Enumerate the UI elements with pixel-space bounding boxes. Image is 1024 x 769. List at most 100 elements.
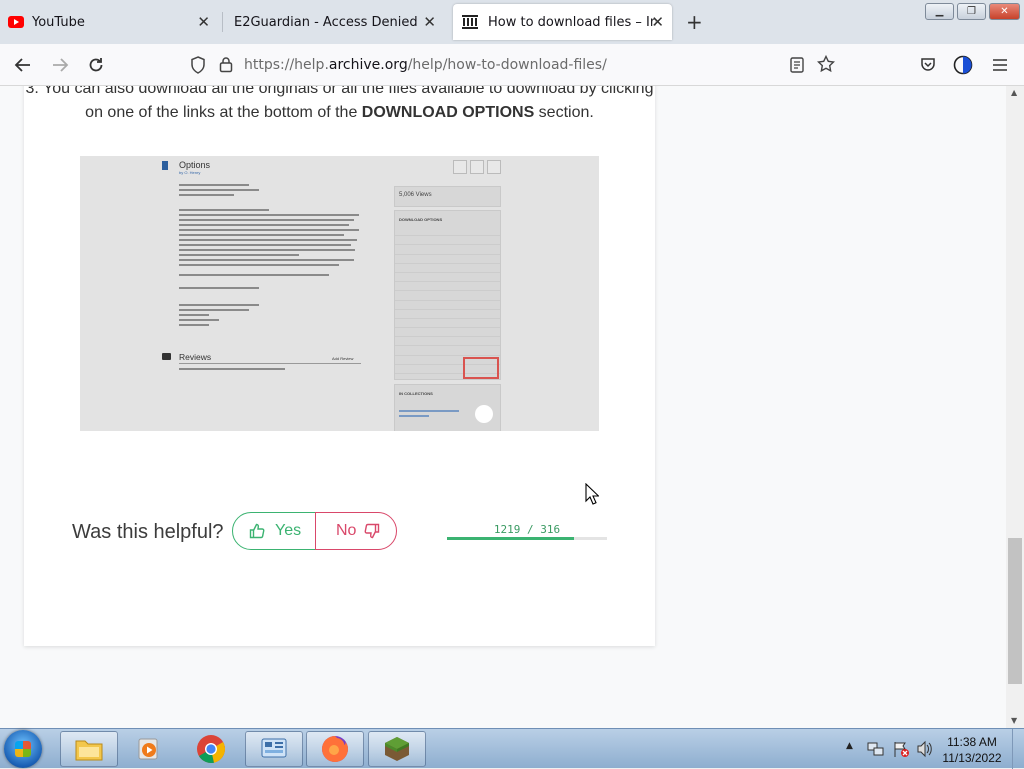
no-label: No (336, 522, 357, 539)
url-text[interactable]: https://help.archive.org/help/how-to-dow… (244, 57, 607, 73)
yes-button[interactable]: Yes (232, 512, 316, 550)
mouse-cursor-icon (585, 483, 599, 505)
tab-e2guardian[interactable]: E2Guardian - Access Denied ✕ (234, 0, 444, 44)
views-panel: 5,006 Views (394, 186, 501, 207)
account-icon[interactable] (952, 55, 974, 75)
views-count: 5,006 Views (399, 192, 432, 198)
download-options-screenshot: Options by O. Henry Reviews Add Review 5… (80, 156, 599, 431)
forward-arrow-icon[interactable] (49, 55, 71, 75)
list-item (395, 273, 500, 283)
reader-view-icon[interactable] (790, 57, 804, 73)
close-tab-icon[interactable]: ✕ (423, 13, 436, 31)
reload-icon[interactable] (85, 55, 107, 75)
control-panel-icon (261, 738, 287, 758)
tab-strip: YouTube ✕ E2Guardian - Access Denied ✕ H… (0, 0, 1024, 44)
chrome-icon (197, 735, 225, 763)
restore-button[interactable]: ❐ (957, 3, 986, 20)
url-bar[interactable]: https://help.archive.org/help/how-to-dow… (182, 49, 842, 81)
list-item (395, 291, 500, 301)
collection-link-line (399, 410, 459, 412)
share-icon (470, 160, 484, 174)
firefox-icon (322, 736, 348, 762)
item-title: Options (179, 160, 211, 170)
collection-logo (475, 405, 493, 423)
highlight-box (463, 357, 499, 379)
network-icon[interactable] (867, 740, 885, 758)
page-content: 3. You can also download all the origina… (0, 86, 1006, 728)
scrollbar-thumb[interactable] (1008, 538, 1022, 684)
collections-panel: IN COLLECTIONS (394, 384, 501, 431)
tab-title: YouTube (32, 14, 85, 30)
vote-ratio-fill (447, 537, 575, 540)
reviews-title: Reviews (179, 352, 212, 362)
back-arrow-icon[interactable] (12, 55, 34, 75)
flag-icon (487, 160, 501, 174)
vertical-scrollbar[interactable]: ▲ ▼ (1006, 86, 1024, 728)
scroll-down-icon[interactable]: ▼ (1011, 716, 1017, 725)
taskbar-explorer[interactable] (60, 731, 118, 767)
start-button[interactable] (4, 730, 42, 768)
close-tab-icon[interactable]: ✕ (197, 13, 210, 31)
action-center-flag-icon[interactable] (892, 740, 910, 758)
list-item (395, 328, 500, 338)
clock-time: 11:38 AM (947, 735, 997, 749)
item-description-lines (179, 184, 359, 326)
tab-separator (222, 12, 223, 32)
show-hidden-icons-icon[interactable]: ▲ (846, 741, 853, 751)
taskbar-firefox[interactable] (306, 731, 364, 767)
list-item (395, 255, 500, 264)
item-author: by O. Henry (179, 170, 201, 175)
list-item (395, 236, 500, 246)
new-tab-icon[interactable]: + (686, 10, 703, 34)
no-button[interactable]: No (315, 512, 397, 550)
taskbar-minecraft[interactable] (368, 731, 426, 767)
menu-icon[interactable] (989, 55, 1011, 75)
minecraft-grass-block-icon (385, 737, 409, 761)
list-item (395, 264, 500, 273)
folder-icon (75, 740, 103, 761)
volume-icon[interactable] (916, 740, 934, 758)
windows-taskbar: ▲ 11:38 AM 11/13/2022 (0, 728, 1024, 769)
tab-title: How to download files – Interne (488, 14, 656, 30)
item-thumbnail-icon (162, 161, 168, 170)
close-tab-icon[interactable]: ✕ (651, 13, 664, 31)
reviews-text-line (179, 368, 285, 370)
vote-score: 1219 / 316 (493, 523, 561, 536)
clock-date: 11/13/2022 (942, 751, 1002, 765)
list-item (395, 346, 500, 356)
navigation-bar: https://help.archive.org/help/how-to-dow… (0, 44, 1024, 86)
close-window-button[interactable]: ✕ (989, 3, 1020, 20)
show-desktop-button[interactable] (1012, 729, 1024, 769)
youtube-icon (8, 16, 24, 28)
thumbs-down-icon (365, 523, 380, 539)
tab-title: E2Guardian - Access Denied (234, 14, 418, 30)
archive-icon (462, 15, 478, 29)
tab-youtube[interactable]: YouTube ✕ (8, 0, 218, 44)
bookmark-star-icon[interactable] (817, 55, 835, 73)
taskbar-control-panel[interactable] (245, 731, 303, 767)
list-item (395, 245, 500, 255)
tab-archive-help[interactable]: How to download files – Interne ✕ (453, 4, 672, 40)
vote-ratio-bar (447, 537, 607, 540)
list-item (395, 319, 500, 329)
minimize-button[interactable]: ▁ (925, 3, 954, 20)
collections-header: IN COLLECTIONS (399, 391, 433, 396)
yes-label: Yes (275, 522, 302, 539)
taskbar-chrome[interactable] (182, 731, 240, 767)
shield-icon[interactable] (190, 56, 206, 74)
reviews-divider (179, 363, 361, 364)
list-item (395, 310, 500, 319)
list-item (395, 337, 500, 347)
download-format-list (395, 227, 500, 374)
lock-icon[interactable] (219, 56, 233, 73)
media-player-icon (138, 738, 158, 760)
collection-link-line (399, 415, 429, 417)
scroll-up-icon[interactable]: ▲ (1011, 88, 1017, 97)
pocket-icon[interactable] (917, 55, 939, 75)
reviews-icon (162, 353, 171, 360)
thumbs-up-icon (249, 523, 265, 539)
download-options-panel: DOWNLOAD OPTIONS (394, 210, 501, 380)
taskbar-media-player[interactable] (120, 731, 178, 767)
add-review-link: Add Review (332, 356, 354, 361)
system-clock[interactable]: 11:38 AM 11/13/2022 (936, 734, 1008, 766)
